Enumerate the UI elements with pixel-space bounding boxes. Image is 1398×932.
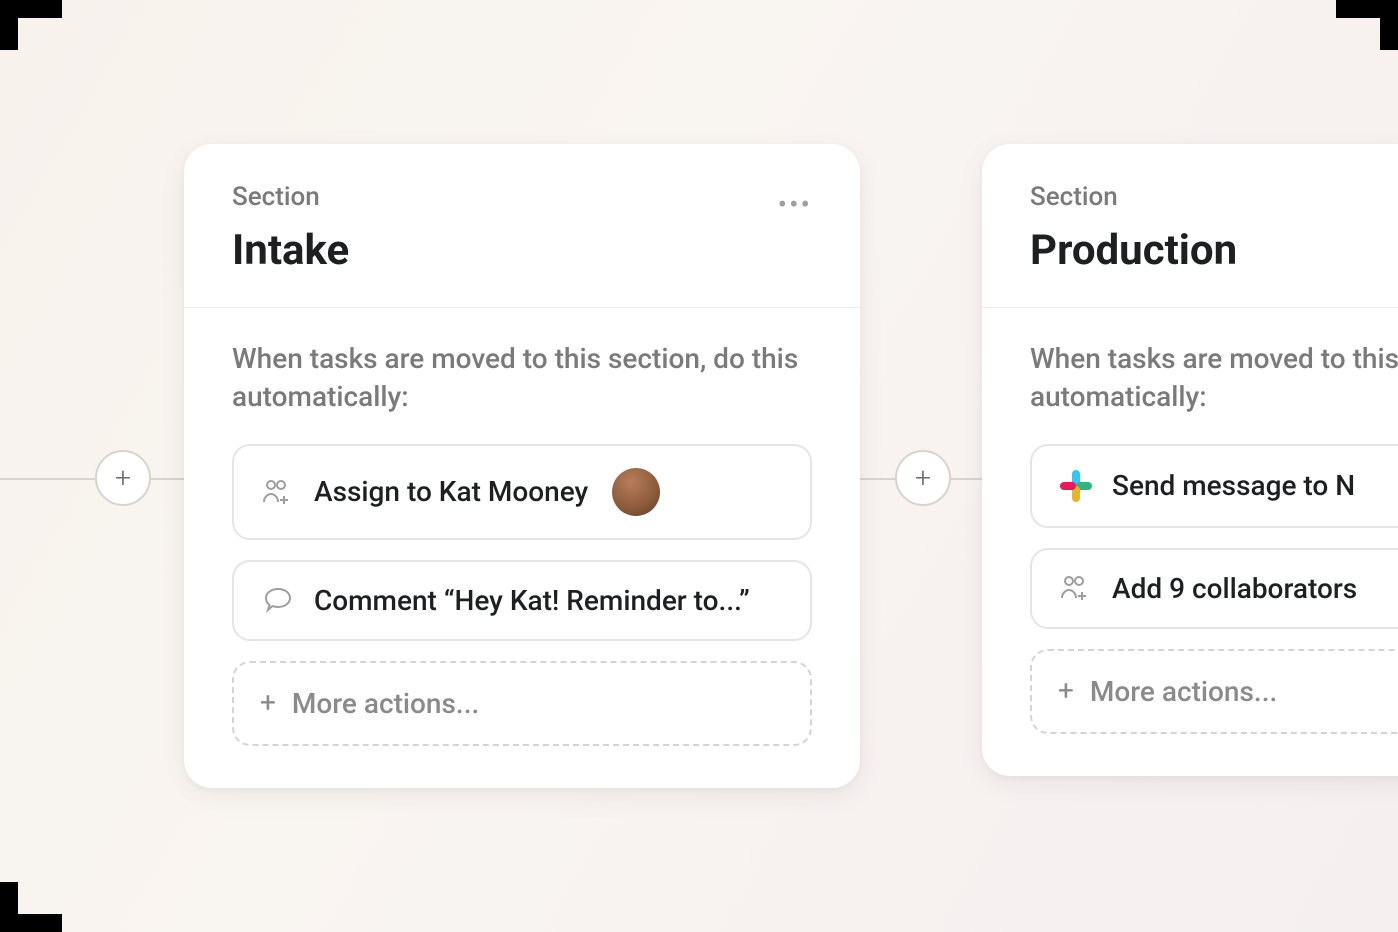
people-icon <box>1058 574 1094 602</box>
section-title: Production <box>1030 226 1237 275</box>
action-label: Add 9 collaborators <box>1112 572 1357 605</box>
section-card-intake: Section Intake ••• When tasks are moved … <box>184 144 860 788</box>
add-section-button[interactable]: + <box>895 450 951 506</box>
section-card-production: Section Production When tasks are moved … <box>982 144 1398 776</box>
avatar <box>612 468 660 516</box>
plus-icon: + <box>260 689 276 717</box>
action-label: Comment “Hey Kat! Reminder to...” <box>314 584 750 617</box>
section-label: Section <box>232 182 349 212</box>
add-section-button[interactable]: + <box>95 450 151 506</box>
automation-action-comment[interactable]: Comment “Hey Kat! Reminder to...” <box>232 560 812 641</box>
card-body: When tasks are moved to this section, do… <box>982 308 1398 776</box>
automation-action-assign[interactable]: Assign to Kat Mooney <box>232 444 812 540</box>
more-actions-label: More actions... <box>1090 675 1277 708</box>
card-header: Section Intake ••• <box>184 144 860 308</box>
plus-icon: + <box>1058 677 1074 705</box>
more-actions-button[interactable]: + More actions... <box>232 661 812 746</box>
more-actions-label: More actions... <box>292 687 479 720</box>
automation-board: + + Section Intake ••• When tasks are mo… <box>0 0 1398 932</box>
automation-instructions: When tasks are moved to this section, do… <box>232 340 812 416</box>
automation-instructions: When tasks are moved to this section, do… <box>1030 340 1398 416</box>
automation-action-collaborators[interactable]: Add 9 collaborators <box>1030 548 1398 629</box>
people-icon <box>260 478 296 506</box>
automation-action-slack[interactable]: Send message to N <box>1030 444 1398 528</box>
comment-icon <box>260 586 296 614</box>
section-label: Section <box>1030 182 1237 212</box>
card-body: When tasks are moved to this section, do… <box>184 308 860 788</box>
slack-icon <box>1058 468 1094 504</box>
plus-icon: + <box>915 464 931 492</box>
card-header: Section Production <box>982 144 1398 308</box>
more-actions-button[interactable]: + More actions... <box>1030 649 1398 734</box>
action-label: Assign to Kat Mooney <box>314 475 588 508</box>
plus-icon: + <box>115 464 131 492</box>
section-title: Intake <box>232 226 349 275</box>
more-menu-button[interactable]: ••• <box>778 182 812 221</box>
action-label: Send message to N <box>1112 469 1355 502</box>
